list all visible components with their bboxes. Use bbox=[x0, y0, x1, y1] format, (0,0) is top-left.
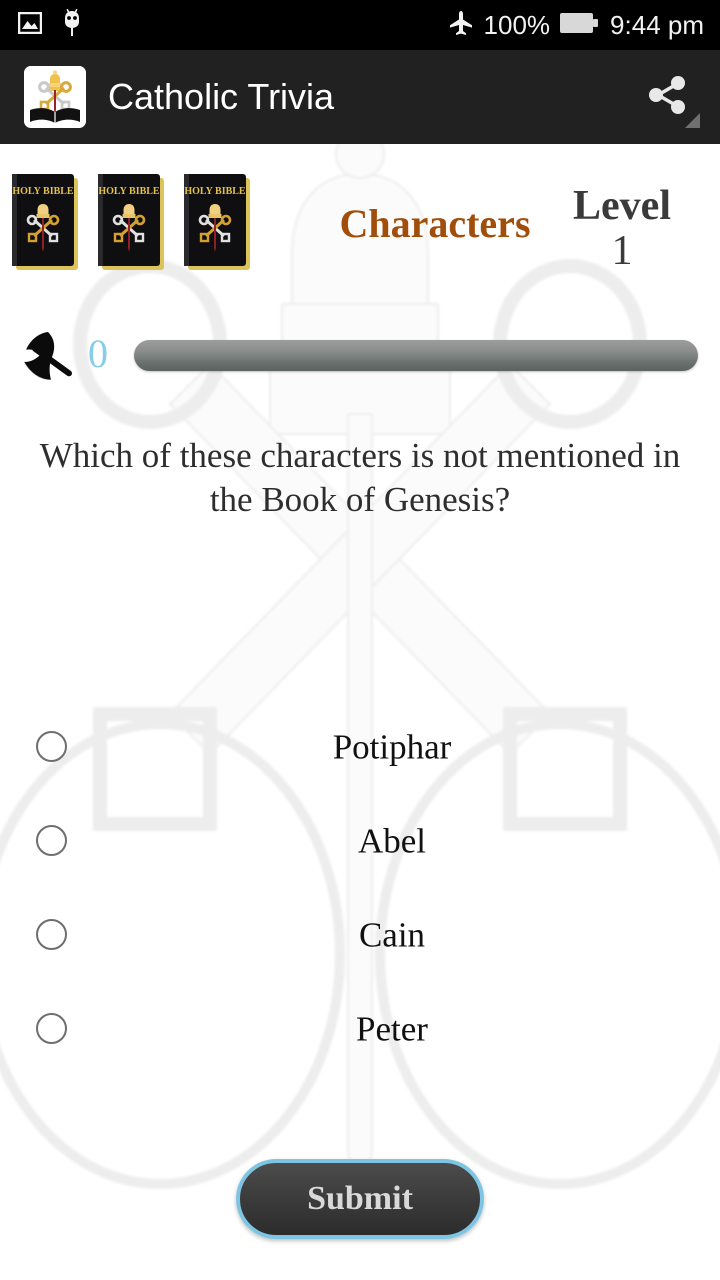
radio-button[interactable] bbox=[36, 731, 67, 762]
radio-button[interactable] bbox=[36, 825, 67, 856]
category-title: Characters bbox=[339, 201, 531, 246]
answer-option-label[interactable]: Potiphar bbox=[90, 730, 694, 765]
quiz-content: HOLY BIBLE HOLY BIBLE HOLY BIBLE Charact… bbox=[0, 144, 720, 1280]
timer-row: 0 bbox=[0, 322, 720, 392]
app-title: Catholic Trivia bbox=[108, 76, 335, 117]
svg-text:HOLY BIBLE: HOLY BIBLE bbox=[184, 186, 246, 197]
axe-icon bbox=[18, 328, 76, 386]
answer-options-group[interactable]: Potiphar Abel Cain Peter bbox=[0, 700, 720, 1076]
level-label: Level bbox=[573, 183, 671, 229]
airplane-mode-icon bbox=[448, 10, 474, 41]
app-bar: Catholic Trivia bbox=[0, 50, 720, 144]
level-indicator: Level 1 bbox=[532, 184, 712, 273]
answer-option-row[interactable]: Peter bbox=[0, 982, 720, 1076]
status-bar-left-icons bbox=[17, 8, 82, 42]
overflow-triangle-icon[interactable] bbox=[685, 113, 700, 128]
image-icon bbox=[17, 11, 43, 39]
lives-indicator: HOLY BIBLE HOLY BIBLE HOLY BIBLE bbox=[8, 172, 260, 277]
quiz-hud: HOLY BIBLE HOLY BIBLE HOLY BIBLE Charact… bbox=[0, 158, 720, 288]
status-bar-right-cluster: 100% 9:44 pm bbox=[448, 10, 704, 41]
holy-bible-life-icon: HOLY BIBLE bbox=[180, 172, 260, 277]
submit-button[interactable]: Submit bbox=[236, 1159, 484, 1239]
question-text: Which of these characters is not mention… bbox=[39, 436, 681, 520]
question-timer-progressbar bbox=[134, 340, 698, 371]
status-bar: 100% 9:44 pm bbox=[0, 0, 720, 50]
holy-bible-life-icon: HOLY BIBLE bbox=[8, 172, 88, 277]
papal-keys-bible-logo-icon bbox=[24, 66, 86, 128]
share-button[interactable] bbox=[632, 62, 702, 132]
svg-text:HOLY BIBLE: HOLY BIBLE bbox=[12, 186, 74, 197]
battery-icon bbox=[560, 11, 600, 40]
clock-label: 9:44 pm bbox=[610, 10, 704, 40]
holy-bible-life-icon: HOLY BIBLE bbox=[94, 172, 174, 277]
radio-button[interactable] bbox=[36, 919, 67, 950]
answer-option-row[interactable]: Abel bbox=[0, 794, 720, 888]
level-value: 1 bbox=[611, 227, 633, 274]
answer-option-label[interactable]: Abel bbox=[90, 824, 694, 859]
radio-button[interactable] bbox=[36, 1013, 67, 1044]
answer-option-row[interactable]: Cain bbox=[0, 888, 720, 982]
svg-text:HOLY BIBLE: HOLY BIBLE bbox=[98, 186, 160, 197]
score-value: 0 bbox=[88, 331, 108, 376]
answer-option-label[interactable]: Peter bbox=[90, 1012, 694, 1047]
battery-percent-label: 100% bbox=[483, 10, 551, 40]
answer-option-row[interactable]: Potiphar bbox=[0, 700, 720, 794]
android-debug-icon bbox=[62, 8, 82, 42]
answer-option-label[interactable]: Cain bbox=[90, 918, 694, 953]
